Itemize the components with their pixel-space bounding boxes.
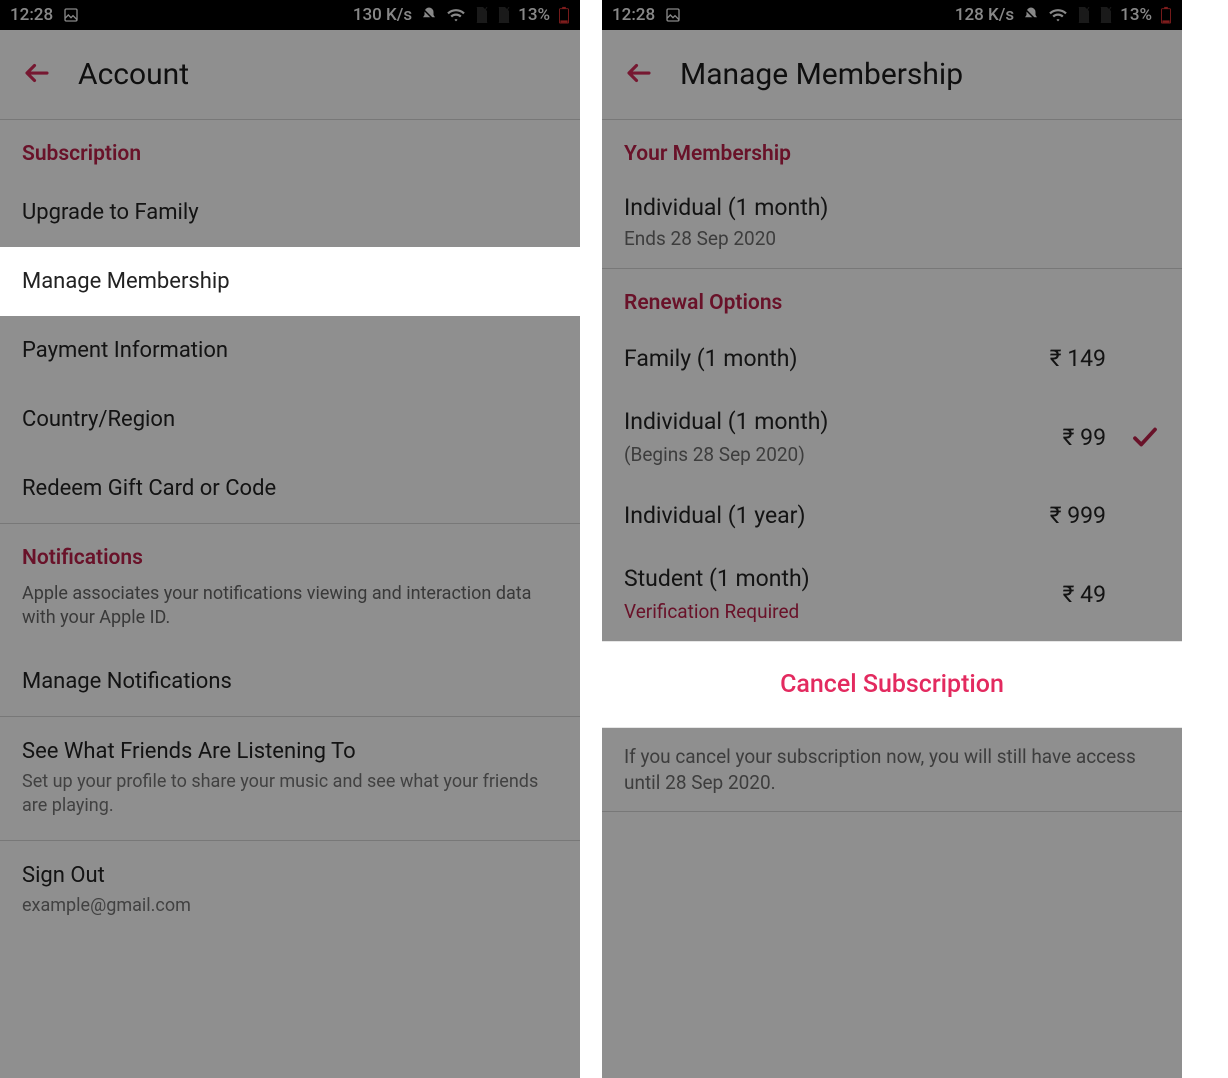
renewal-header: Renewal Options <box>602 269 1182 327</box>
sim1-icon <box>474 7 488 23</box>
row-manage-notifications[interactable]: Manage Notifications <box>0 647 580 716</box>
subscription-header: Subscription <box>0 120 580 178</box>
option-title: Individual (1 month) <box>624 408 1036 435</box>
page-title: Account <box>78 57 189 92</box>
row-payment-info[interactable]: Payment Information <box>0 316 580 385</box>
status-time: 12:28 <box>10 5 53 25</box>
row-sign-out[interactable]: Sign Out example@gmail.com <box>0 841 580 940</box>
row-label: Redeem Gift Card or Code <box>22 476 276 501</box>
left-screen: 12:28 130 K/s 13% <box>0 0 580 1078</box>
row-upgrade-family[interactable]: Upgrade to Family <box>0 178 580 247</box>
row-label: Payment Information <box>22 338 228 363</box>
row-label: Manage Membership <box>22 269 230 294</box>
option-title: Family (1 month) <box>624 345 1036 372</box>
option-price: ₹ 999 <box>1036 502 1106 529</box>
status-bar: 12:28 130 K/s 13% <box>0 0 580 30</box>
renewal-option-individual-year[interactable]: Individual (1 year) ₹ 999 <box>602 484 1182 547</box>
row-email: example@gmail.com <box>22 894 558 918</box>
back-icon[interactable] <box>624 58 654 92</box>
row-label: See What Friends Are Listening To <box>22 739 356 764</box>
renewal-option-individual-month[interactable]: Individual (1 month) (Begins 28 Sep 2020… <box>602 390 1182 484</box>
wifi-icon <box>446 7 466 23</box>
row-label: Upgrade to Family <box>22 200 199 225</box>
cancel-subscription-button[interactable]: Cancel Subscription <box>602 641 1182 728</box>
right-screen: 12:28 128 K/s 13% <box>602 0 1182 1078</box>
row-sublabel: Set up your profile to share your music … <box>22 770 558 819</box>
your-membership-header: Your Membership <box>602 120 1182 178</box>
status-speed: 128 K/s <box>955 5 1014 25</box>
bell-off-icon <box>1022 6 1040 24</box>
app-bar: Manage Membership <box>602 30 1182 120</box>
status-battery-pct: 13% <box>518 5 550 25</box>
renewal-option-student[interactable]: Student (1 month) Verification Required … <box>602 547 1182 641</box>
option-sub: Verification Required <box>624 600 1036 623</box>
option-title: Individual (1 year) <box>624 502 1036 529</box>
row-label: Sign Out <box>22 863 105 888</box>
wifi-icon <box>1048 7 1068 23</box>
back-icon[interactable] <box>22 58 52 92</box>
row-redeem[interactable]: Redeem Gift Card or Code <box>0 454 580 523</box>
image-icon <box>63 7 79 23</box>
status-speed: 130 K/s <box>353 5 412 25</box>
status-battery-pct: 13% <box>1120 5 1152 25</box>
image-icon <box>665 7 681 23</box>
option-price: ₹ 149 <box>1036 345 1106 372</box>
cancel-label: Cancel Subscription <box>780 670 1004 699</box>
check-icon <box>1116 422 1160 452</box>
row-friends[interactable]: See What Friends Are Listening To Set up… <box>0 717 580 841</box>
current-membership: Individual (1 month) Ends 28 Sep 2020 <box>602 178 1182 268</box>
option-sub: (Begins 28 Sep 2020) <box>624 443 1036 466</box>
notifications-sub: Apple associates your notifications view… <box>0 582 580 647</box>
row-label: Country/Region <box>22 407 175 432</box>
renewal-option-family[interactable]: Family (1 month) ₹ 149 <box>602 327 1182 390</box>
bell-off-icon <box>420 6 438 24</box>
option-price: ₹ 49 <box>1036 581 1106 608</box>
row-manage-membership[interactable]: Manage Membership <box>0 247 580 316</box>
membership-title: Individual (1 month) <box>624 194 1160 221</box>
sim2-icon <box>496 7 510 23</box>
app-bar: Account <box>0 30 580 120</box>
status-time: 12:28 <box>612 5 655 25</box>
row-country-region[interactable]: Country/Region <box>0 385 580 454</box>
status-bar: 12:28 128 K/s 13% <box>602 0 1182 30</box>
cancel-footnote: If you cancel your subscription now, you… <box>602 728 1182 812</box>
battery-icon <box>558 6 570 24</box>
row-label: Manage Notifications <box>22 669 232 694</box>
option-price: ₹ 99 <box>1036 424 1106 451</box>
option-title: Student (1 month) <box>624 565 1036 592</box>
sim2-icon <box>1098 7 1112 23</box>
battery-icon <box>1160 6 1172 24</box>
sim1-icon <box>1076 7 1090 23</box>
membership-end: Ends 28 Sep 2020 <box>624 227 1160 250</box>
page-title: Manage Membership <box>680 57 963 92</box>
notifications-header: Notifications <box>0 524 580 582</box>
